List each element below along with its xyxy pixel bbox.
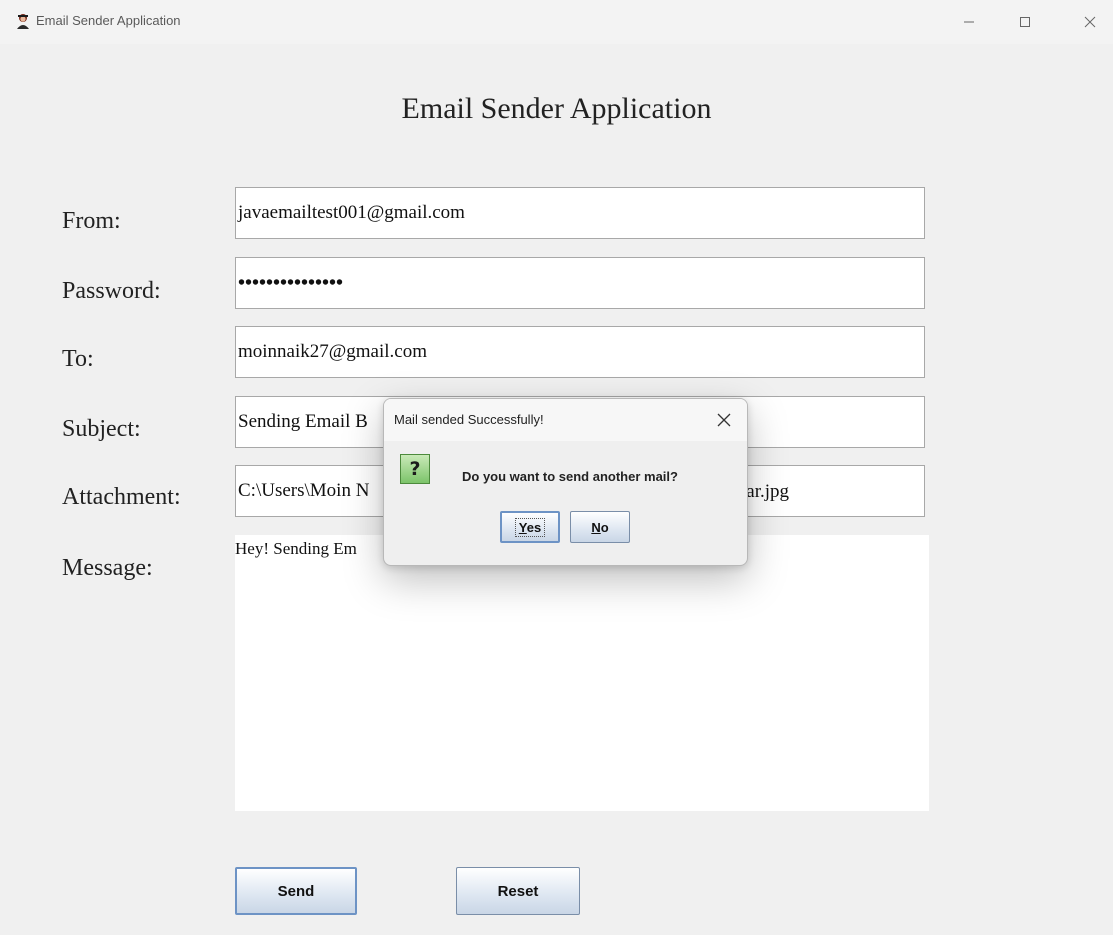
attachment-value-end: tar.jpg (741, 481, 790, 502)
app-icon (14, 12, 32, 30)
close-icon (717, 413, 731, 427)
no-button[interactable]: No (570, 511, 630, 543)
yes-button[interactable]: Yes (500, 511, 560, 543)
close-icon (1084, 16, 1096, 28)
confirm-dialog: Mail sended Successfully! ? Do you want … (383, 398, 748, 566)
subject-value: Sending Email B (238, 411, 368, 432)
dialog-message: Do you want to send another mail? (462, 469, 678, 484)
to-value: moinnaik27@gmail.com (238, 341, 427, 362)
to-field[interactable]: moinnaik27@gmail.com (235, 326, 925, 378)
from-value: javaemailtest001@gmail.com (238, 202, 465, 223)
from-field[interactable]: javaemailtest001@gmail.com (235, 187, 925, 239)
to-label: To: (62, 346, 94, 372)
minimize-button[interactable] (946, 0, 992, 44)
window-title: Email Sender Application (36, 13, 181, 28)
minimize-icon (964, 21, 974, 23)
close-button[interactable] (1067, 0, 1113, 44)
dialog-title: Mail sended Successfully! (394, 412, 544, 427)
maximize-button[interactable] (1002, 0, 1048, 44)
from-label: From: (62, 208, 121, 234)
message-textarea[interactable]: Hey! Sending Em (235, 535, 929, 811)
attachment-value-start: C:\Users\Moin N (238, 480, 370, 501)
password-field[interactable]: ••••••••••••••• (235, 257, 925, 309)
maximize-icon (1020, 17, 1030, 27)
password-label: Password: (62, 278, 161, 304)
attachment-label: Attachment: (62, 484, 181, 510)
reset-button[interactable]: Reset (456, 867, 580, 915)
window-titlebar: Email Sender Application (0, 0, 1113, 44)
send-button[interactable]: Send (235, 867, 357, 915)
message-value: Hey! Sending Em (235, 539, 357, 558)
yes-button-label: Yes (514, 517, 546, 537)
no-button-label: No (591, 519, 609, 535)
dialog-close-button[interactable] (715, 411, 733, 429)
dialog-titlebar: Mail sended Successfully! (384, 399, 747, 441)
page-title: Email Sender Application (401, 92, 712, 125)
password-value: ••••••••••••••• (238, 271, 344, 294)
question-icon: ? (400, 454, 430, 484)
message-label: Message: (62, 555, 153, 581)
subject-label: Subject: (62, 416, 141, 442)
